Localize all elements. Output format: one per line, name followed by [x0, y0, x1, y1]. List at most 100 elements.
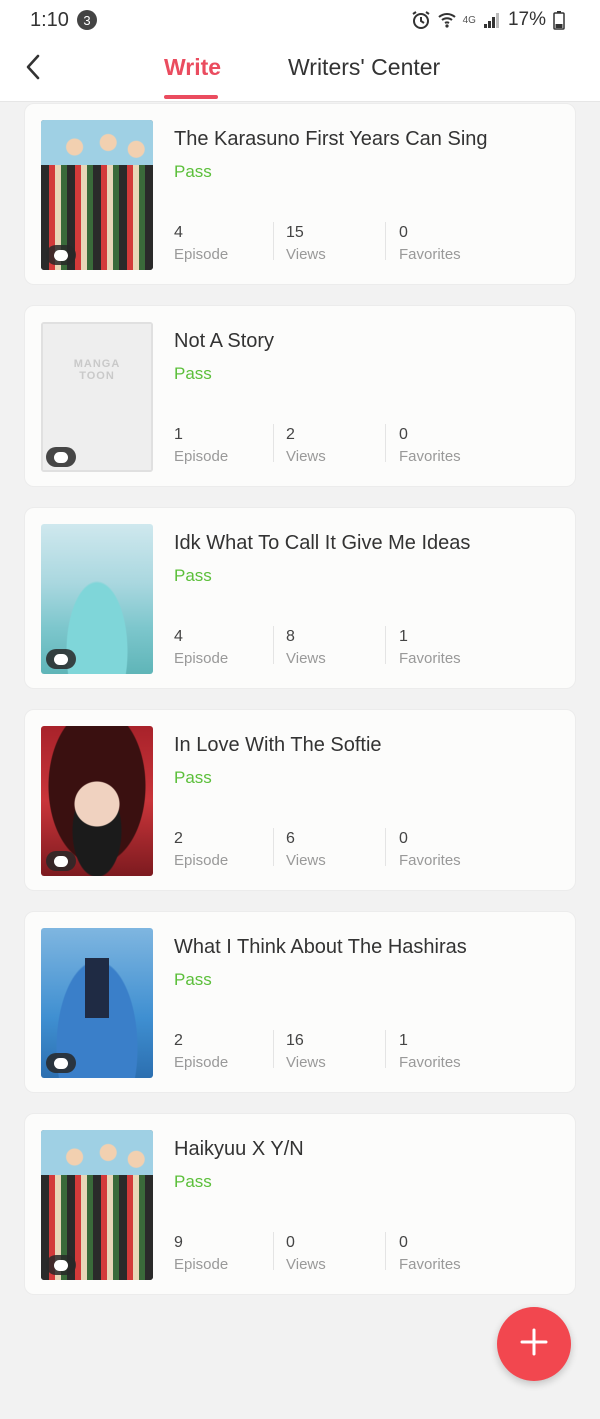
chat-bubble-icon	[46, 649, 76, 669]
episode-count: 2	[174, 1032, 183, 1049]
chat-bubble-icon	[46, 851, 76, 871]
favorites-label: Favorites	[399, 1256, 461, 1273]
views-count: 15	[286, 224, 304, 241]
favorites-label: Favorites	[399, 448, 461, 465]
story-title: Not A Story	[174, 330, 275, 352]
stat-divider	[273, 626, 274, 664]
episode-label: Episode	[174, 1256, 229, 1273]
episode-label: Episode	[174, 1054, 229, 1071]
network-type-label: 4G	[462, 14, 476, 26]
plus-icon	[518, 1326, 550, 1363]
favorites-stat: 1 Favorites	[399, 1032, 461, 1071]
favorites-count: 0	[399, 1234, 408, 1251]
signal-icon	[482, 10, 502, 30]
story-status: Pass	[174, 1172, 212, 1191]
story-title: What I Think About The Hashiras	[174, 936, 467, 958]
notification-count-badge: 3	[76, 10, 97, 30]
favorites-stat: 0 Favorites	[399, 426, 461, 465]
stat-divider	[273, 1030, 274, 1068]
back-button[interactable]	[18, 52, 48, 86]
views-label: Views	[286, 448, 326, 465]
favorites-stat: 0 Favorites	[399, 1234, 461, 1273]
story-status: Pass	[174, 768, 212, 787]
story-cover: MANGA TOON	[41, 322, 153, 472]
views-stat: 0 Views	[286, 1234, 326, 1273]
battery-icon	[552, 10, 572, 30]
episode-stat: 4 Episode	[174, 628, 228, 667]
story-card[interactable]: What I Think About The Hashiras Pass 2 E…	[24, 911, 576, 1093]
favorites-label: Favorites	[399, 852, 461, 869]
favorites-stat: 0 Favorites	[399, 224, 461, 263]
chat-bubble-icon	[46, 245, 76, 265]
views-count: 6	[286, 830, 295, 847]
favorites-count: 1	[399, 628, 408, 645]
stat-divider	[385, 828, 386, 866]
story-status: Pass	[174, 364, 212, 383]
views-label: Views	[286, 852, 326, 869]
views-label: Views	[286, 650, 326, 667]
episode-stat: 1 Episode	[174, 426, 228, 465]
episode-stat: 9 Episode	[174, 1234, 228, 1273]
placeholder-logo-line2: TOON	[79, 370, 115, 382]
story-cover	[41, 1130, 153, 1280]
episode-count: 1	[174, 426, 183, 443]
story-card[interactable]: Haikyuu X Y/N Pass 9 Episode 0 Views 0 F…	[24, 1113, 576, 1295]
favorites-stat: 1 Favorites	[399, 628, 461, 667]
episode-label: Episode	[174, 852, 229, 869]
top-nav: Write Writers' Center	[0, 40, 600, 102]
status-right: 4G 17%	[411, 9, 572, 31]
favorites-label: Favorites	[399, 650, 461, 667]
stat-divider	[385, 424, 386, 462]
story-card[interactable]: The Karasuno First Years Can Sing Pass 4…	[24, 103, 576, 285]
episode-stat: 4 Episode	[174, 224, 228, 263]
favorites-label: Favorites	[399, 246, 461, 263]
story-card[interactable]: In Love With The Softie Pass 2 Episode 6…	[24, 709, 576, 891]
episode-count: 4	[174, 224, 183, 241]
views-label: Views	[286, 246, 326, 263]
favorites-count: 0	[399, 830, 408, 847]
stat-divider	[385, 626, 386, 664]
stat-divider	[273, 222, 274, 260]
stat-divider	[385, 1030, 386, 1068]
alarm-icon	[411, 10, 431, 30]
episode-count: 2	[174, 830, 183, 847]
story-title: Haikyuu X Y/N	[174, 1138, 304, 1160]
story-title: The Karasuno First Years Can Sing	[174, 128, 488, 150]
clock: 1:10	[30, 8, 69, 31]
favorites-count: 0	[399, 426, 408, 443]
add-story-button[interactable]	[497, 1307, 571, 1381]
episode-label: Episode	[174, 650, 229, 667]
views-stat: 15 Views	[286, 224, 326, 263]
stat-divider	[273, 828, 274, 866]
tab-writers-center[interactable]: Writers' Center	[288, 54, 440, 98]
favorites-stat: 0 Favorites	[399, 830, 461, 869]
views-label: Views	[286, 1256, 326, 1273]
episode-count: 9	[174, 1234, 183, 1251]
favorites-count: 1	[399, 1032, 408, 1049]
episode-count: 4	[174, 628, 183, 645]
views-count: 8	[286, 628, 295, 645]
story-title: In Love With The Softie	[174, 734, 382, 756]
episode-stat: 2 Episode	[174, 1032, 228, 1071]
active-tab-indicator	[164, 95, 218, 99]
views-stat: 16 Views	[286, 1032, 326, 1071]
chat-bubble-icon	[46, 447, 76, 467]
story-status: Pass	[174, 566, 212, 585]
chat-bubble-icon	[46, 1255, 76, 1275]
tab-write[interactable]: Write	[164, 54, 221, 98]
views-stat: 6 Views	[286, 830, 326, 869]
story-cover	[41, 928, 153, 1078]
story-status: Pass	[174, 970, 212, 989]
story-card[interactable]: Idk What To Call It Give Me Ideas Pass 4…	[24, 507, 576, 689]
favorites-count: 0	[399, 224, 408, 241]
placeholder-logo-line1: MANGA	[73, 358, 121, 370]
stat-divider	[273, 424, 274, 462]
stat-divider	[385, 1232, 386, 1270]
views-count: 16	[286, 1032, 304, 1049]
story-status: Pass	[174, 162, 212, 181]
story-cover	[41, 524, 153, 674]
battery-percent: 17%	[507, 9, 546, 30]
stat-divider	[385, 222, 386, 260]
story-card[interactable]: MANGA TOON Not A Story Pass 1 Episode 2 …	[24, 305, 576, 487]
story-cover	[41, 726, 153, 876]
